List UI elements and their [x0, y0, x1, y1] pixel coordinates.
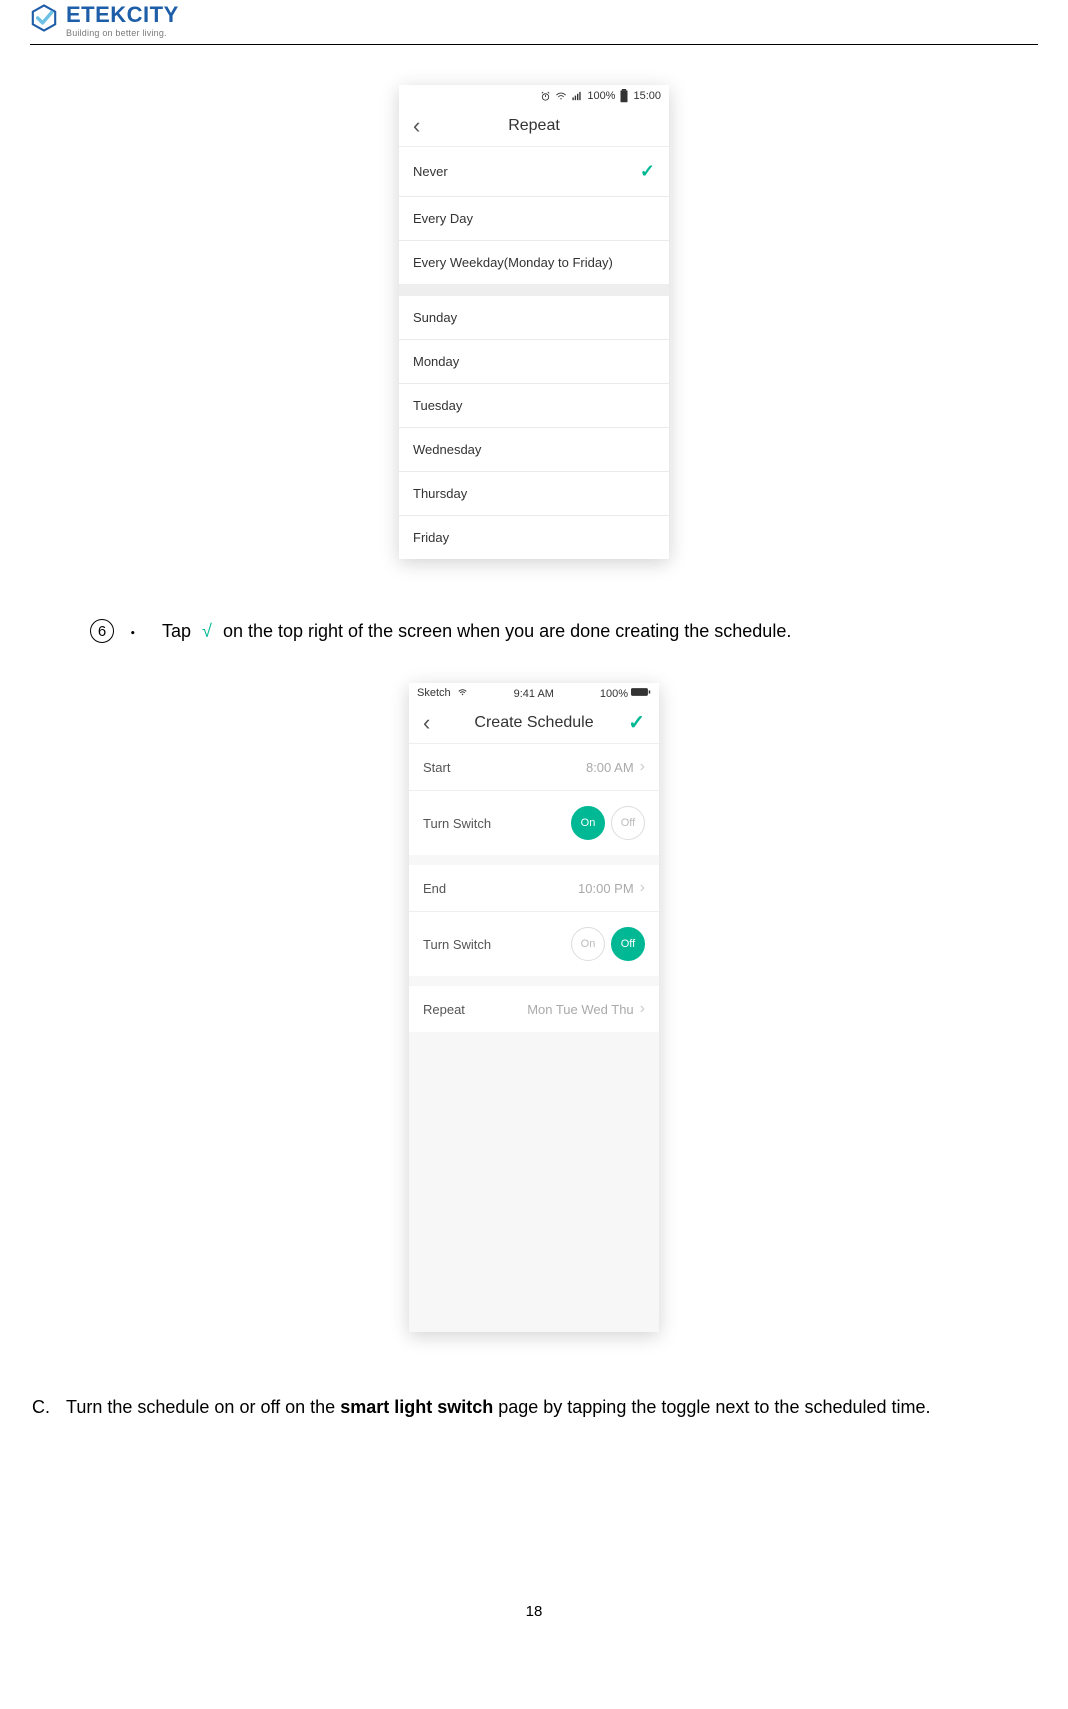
checkmark-icon: ✓ — [640, 161, 655, 182]
row-value: 10:00 PM — [578, 881, 634, 896]
option-wednesday[interactable]: Wednesday — [399, 428, 669, 472]
app-bar: ‹ Repeat — [399, 105, 669, 147]
option-label: Sunday — [413, 310, 457, 325]
row-switch-start: Turn Switch On Off — [409, 791, 659, 855]
battery-percent: 100% — [600, 688, 628, 700]
instruction-text-before: Turn the schedule on or off on the — [66, 1397, 340, 1417]
row-start[interactable]: Start 8:00 AM › — [409, 744, 659, 791]
battery-icon — [631, 687, 651, 700]
chevron-right-icon: › — [640, 880, 645, 896]
brand-header: ETEKCITY Building on better living. — [30, 0, 1038, 45]
option-every-weekday[interactable]: Every Weekday(Monday to Friday) — [399, 241, 669, 284]
instruction-text-after: page by tapping the toggle next to the s… — [493, 1397, 930, 1417]
row-switch-end: Turn Switch On Off — [409, 912, 659, 976]
screen-title: Repeat — [508, 117, 560, 135]
option-label: Tuesday — [413, 398, 462, 413]
option-every-day[interactable]: Every Day — [399, 197, 669, 241]
option-label: Every Weekday(Monday to Friday) — [413, 255, 613, 270]
option-tuesday[interactable]: Tuesday — [399, 384, 669, 428]
battery-percent: 100% — [587, 90, 615, 102]
instruction-letter: C. — [30, 1392, 50, 1423]
app-bar: ‹ Create Schedule ✓ — [409, 702, 659, 744]
phone-repeat-screen: 100% 15:00 ‹ Repeat Never ✓ Every Day Ev… — [399, 85, 669, 559]
carrier-label: Sketch — [417, 687, 468, 700]
toggle-on[interactable]: On — [571, 806, 605, 840]
phone-create-schedule-screen: Sketch 9:41 AM 100% ‹ Create Schedule ✓ … — [409, 683, 659, 1332]
row-label: Turn Switch — [423, 816, 491, 831]
option-label: Monday — [413, 354, 459, 369]
battery-icon — [619, 89, 629, 103]
toggle-off[interactable]: Off — [611, 927, 645, 961]
option-label: Thursday — [413, 486, 467, 501]
step-text-before: Tap — [162, 621, 191, 641]
chevron-right-icon: › — [640, 759, 645, 775]
row-label: Turn Switch — [423, 937, 491, 952]
row-repeat[interactable]: Repeat Mon Tue Wed Thu › — [409, 986, 659, 1032]
step-number-6: 6 — [90, 619, 114, 643]
option-sunday[interactable]: Sunday — [399, 296, 669, 340]
done-button[interactable]: ✓ — [624, 709, 649, 737]
screen-title: Create Schedule — [474, 714, 593, 732]
option-never[interactable]: Never ✓ — [399, 147, 669, 197]
row-end[interactable]: End 10:00 PM › — [409, 865, 659, 912]
option-monday[interactable]: Monday — [399, 340, 669, 384]
toggle-on[interactable]: On — [571, 927, 605, 961]
signal-icon — [571, 91, 583, 102]
option-label: Friday — [413, 530, 449, 545]
option-thursday[interactable]: Thursday — [399, 472, 669, 516]
wifi-icon — [457, 688, 468, 700]
status-bar: Sketch 9:41 AM 100% — [409, 683, 659, 702]
option-label: Wednesday — [413, 442, 481, 457]
step-6: 6 ． Tap √ on the top right of the screen… — [90, 619, 1038, 643]
brand-logo-icon — [30, 4, 58, 32]
option-label: Never — [413, 164, 448, 179]
page-number: 18 — [30, 1603, 1038, 1620]
row-value: 8:00 AM — [586, 760, 634, 775]
option-friday[interactable]: Friday — [399, 516, 669, 559]
brand-name: ETEKCITY — [66, 4, 179, 26]
step-separator: ． — [128, 618, 148, 638]
wifi-icon — [555, 91, 567, 102]
back-button[interactable]: ‹ — [409, 111, 424, 141]
toggle-off[interactable]: Off — [611, 806, 645, 840]
status-bar: 100% 15:00 — [399, 85, 669, 105]
status-time: 9:41 AM — [468, 688, 600, 700]
brand-tagline: Building on better living. — [66, 28, 179, 38]
step-text-after: on the top right of the screen when you … — [223, 621, 791, 641]
option-label: Every Day — [413, 211, 473, 226]
blank-area — [409, 1032, 659, 1332]
instruction-c: C. Turn the schedule on or off on the sm… — [30, 1392, 1038, 1423]
instruction-bold-term: smart light switch — [340, 1397, 493, 1417]
alarm-icon — [540, 91, 551, 102]
checkmark-icon: √ — [196, 621, 218, 641]
row-label: Start — [423, 760, 450, 775]
row-label: Repeat — [423, 1002, 465, 1017]
row-value: Mon Tue Wed Thu — [527, 1002, 633, 1017]
chevron-right-icon: › — [640, 1001, 645, 1017]
back-button[interactable]: ‹ — [419, 708, 434, 738]
row-label: End — [423, 881, 446, 896]
status-time: 15:00 — [633, 90, 661, 102]
